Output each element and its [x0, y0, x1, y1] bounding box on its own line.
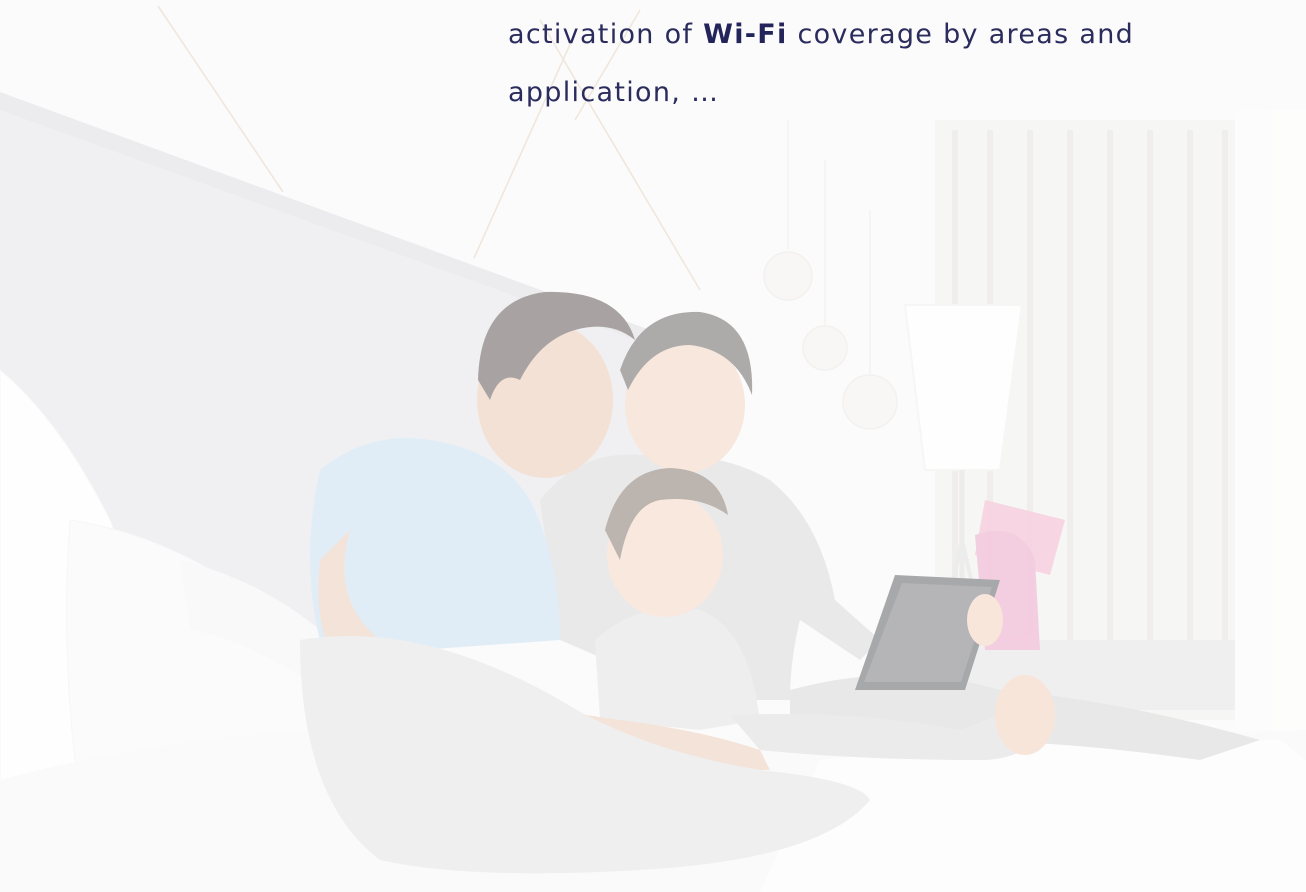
- caption-emphasis: Wi-Fi: [703, 19, 788, 50]
- family-in-bed-with-tablet-photo: [0, 0, 1306, 892]
- caption-prefix: activation of: [508, 19, 704, 50]
- hero-section: activation of Wi-Fi coverage by areas an…: [0, 0, 1306, 892]
- feature-description: activation of Wi-Fi coverage by areas an…: [508, 6, 1208, 122]
